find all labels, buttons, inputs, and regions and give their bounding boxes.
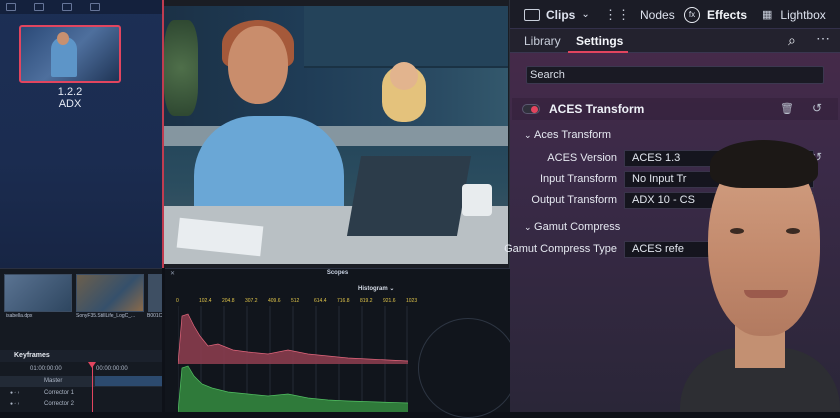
histogram-tick-label: 716.8 — [337, 298, 350, 304]
keyframes-title: Keyframes — [0, 350, 162, 362]
scopes-title: Scopes — [326, 270, 349, 276]
effects-button[interactable]: fx Effects — [684, 0, 747, 29]
clip-thumbnail[interactable] — [148, 274, 162, 312]
histogram-tick-label: 921.6 — [383, 298, 396, 304]
active-tab-indicator — [568, 51, 628, 53]
histogram-tick-label: 0 — [176, 298, 179, 304]
clip-thumbnail[interactable] — [4, 274, 72, 312]
section-aces-transform[interactable]: ⌄ Aces Transform — [524, 129, 611, 141]
timecode-start: 01:00:00:00 — [30, 366, 62, 372]
scene-mug — [462, 184, 492, 216]
trash-icon[interactable]: 🗑 — [780, 102, 794, 115]
keyframe-row[interactable]: ● ◦ › Corrector 1 — [0, 388, 162, 399]
bullet-icon: ● ◦ › — [10, 401, 20, 407]
more-options-icon[interactable]: ⋯ — [816, 30, 830, 47]
search-icon[interactable]: ⌕ — [788, 32, 796, 49]
clip-label: SonyF35.StillLife_LogC_... — [76, 313, 136, 319]
effect-title: ACES Transform — [549, 102, 645, 116]
keyframe-row[interactable]: ● ◦ › Corrector 2 — [0, 399, 162, 410]
histogram-tick-label: 1023 — [406, 298, 418, 304]
grid-icon[interactable] — [6, 3, 16, 11]
input-transform-label: Input Transform — [539, 173, 617, 185]
nodes-button[interactable]: ⋮⋮ Nodes — [604, 0, 675, 29]
thumbnail-figure-head — [57, 32, 69, 45]
keyframe-row-label: Corrector 1 — [44, 390, 75, 396]
output-transform-label: Output Transform — [531, 194, 617, 206]
aces-version-label: ACES Version — [547, 152, 617, 164]
gallery-toolbar — [0, 0, 162, 14]
section-gamut-compress[interactable]: ⌄ Gamut Compress — [524, 221, 620, 233]
section-label: Gamut Compress — [534, 221, 621, 233]
clips-label: Clips — [546, 7, 576, 22]
presenter-smile — [744, 290, 788, 298]
keyframe-master-bar[interactable] — [95, 376, 162, 386]
histogram-tick-label: 512 — [291, 298, 300, 304]
chevron-down-icon: ⌄ — [524, 130, 535, 140]
histogram-tick-label: 409.6 — [268, 298, 281, 304]
sort-icon[interactable] — [90, 3, 100, 11]
still-label: 1.2.2 ADX — [0, 86, 140, 110]
scene-woman-face — [228, 26, 288, 104]
histogram-graph — [178, 306, 408, 412]
toggle-dot — [531, 106, 538, 113]
playhead[interactable] — [92, 364, 93, 412]
histogram-tick-label: 204.8 — [222, 298, 235, 304]
lightbox-icon: ▦ — [762, 9, 773, 21]
timecode-end: 00:00:00:00 — [96, 366, 128, 372]
bullet-icon: ● ◦ › — [10, 390, 20, 396]
keyframes-timecodes: 01:00:00:00 00:00:00:00 — [0, 364, 162, 375]
clip-label: isabella.dpx — [6, 313, 33, 319]
scene-laptop — [346, 156, 472, 236]
chevron-down-icon: ⌄ — [581, 9, 590, 20]
still-version: 1.2.2 — [57, 86, 83, 98]
presenter-eyes — [730, 228, 800, 236]
presenter-hair — [710, 140, 818, 188]
chevron-down-icon: ⌄ — [524, 222, 535, 232]
effects-label: Effects — [707, 7, 748, 22]
clips-icon — [524, 8, 540, 21]
fx-icon: fx — [684, 6, 700, 23]
tab-library[interactable]: Library — [524, 29, 561, 53]
list-icon[interactable] — [34, 3, 44, 11]
histogram-tick-label: 614.4 — [314, 298, 327, 304]
lightbox-label: Lightbox — [780, 7, 826, 22]
nodes-icon: ⋮⋮ — [604, 6, 630, 22]
search-icon[interactable] — [62, 3, 72, 11]
clip-label: B001C — [147, 313, 163, 319]
effect-enable-toggle[interactable] — [522, 104, 540, 114]
histogram-tick-label: 307.2 — [245, 298, 258, 304]
still-name: ADX — [58, 98, 82, 110]
reset-icon[interactable]: ↺ — [812, 101, 822, 115]
scene-child-head — [390, 62, 418, 90]
scene-plant — [164, 20, 198, 116]
search-input[interactable]: Search — [526, 66, 824, 84]
scope-mode-label: Histogram — [358, 286, 388, 292]
histogram-axis: 0 102.4 204.8 307.2 409.6 512 614.4 716.8 819.2 9… — [172, 298, 417, 306]
scene-cabinet — [304, 6, 508, 68]
histogram-tick-label: 819.2 — [360, 298, 373, 304]
keyframe-row-label: Corrector 2 — [44, 401, 75, 407]
section-label: Aces Transform — [534, 129, 612, 141]
clip-thumbnail[interactable] — [76, 274, 144, 312]
gamut-compress-type-label: Gamut Compress Type — [504, 243, 617, 255]
presenter-photo — [680, 118, 840, 412]
nodes-label: Nodes — [640, 7, 675, 22]
lightbox-button[interactable]: ▦ Lightbox — [762, 0, 826, 29]
scope-mode-select[interactable]: Histogram ⌄ — [358, 285, 394, 292]
viewer-image[interactable] — [164, 6, 508, 264]
chevron-down-icon: ⌄ — [389, 286, 395, 292]
histogram-tick-label: 102.4 — [199, 298, 212, 304]
gallery-still-thumbnail[interactable] — [19, 25, 121, 83]
clips-button[interactable]: Clips ⌄ — [524, 0, 590, 29]
vectorscope-outline — [418, 318, 518, 418]
tab-settings[interactable]: Settings — [576, 29, 623, 53]
keyframe-row-label: Master — [44, 378, 63, 384]
